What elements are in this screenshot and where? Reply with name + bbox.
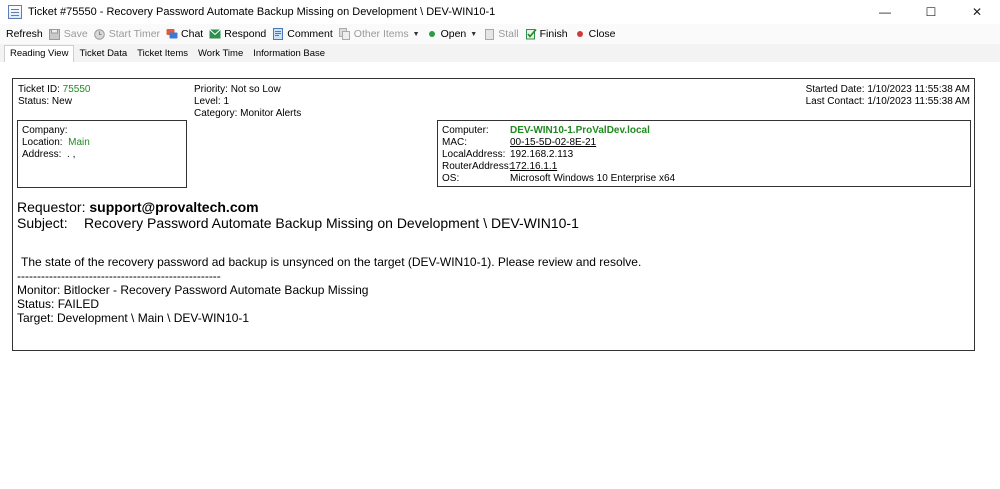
save-label: Save (63, 28, 88, 40)
stall-button[interactable]: Stall (483, 28, 519, 40)
body-message: The state of the recovery password ad ba… (21, 255, 642, 269)
ticket-id-link[interactable]: 75550 (63, 84, 91, 95)
maximize-button[interactable]: ☐ (908, 0, 954, 24)
local-address-label: LocalAddress: (442, 149, 506, 160)
router-address-label: RouterAddress: (442, 161, 512, 172)
body-monitor: Monitor: Bitlocker - Recovery Password A… (17, 283, 369, 297)
finish-button[interactable]: Finish (525, 28, 568, 40)
close-label: Close (588, 28, 616, 40)
body-status: Status: FAILED (17, 297, 100, 311)
start-timer-label: Start Timer (108, 28, 161, 40)
start-timer-button[interactable]: Start Timer (94, 28, 160, 40)
status-label: Status: (18, 96, 50, 107)
toolbar: Refresh Save Start Timer Chat Respond Co… (0, 24, 1000, 44)
requestor-email[interactable]: support@provaltech.com (89, 199, 258, 215)
os-label: OS: (442, 173, 460, 184)
tab-information-base[interactable]: Information Base (248, 46, 330, 62)
body-divider: ----------------------------------------… (17, 269, 221, 283)
open-label: Open (440, 28, 467, 40)
ticket-app-icon (8, 5, 22, 19)
finish-label: Finish (539, 28, 568, 40)
save-icon (49, 28, 61, 40)
mac-link[interactable]: 00-15-5D-02-8E-21 (510, 137, 596, 149)
location-link[interactable]: Main (68, 137, 90, 148)
level-value: 1 (223, 96, 230, 107)
local-address-value: 192.168.2.113 (510, 149, 574, 160)
respond-label: Respond (224, 28, 267, 40)
ticket-body: The state of the recovery password ad ba… (17, 255, 641, 325)
window-title: Ticket #75550 - Recovery Password Automa… (28, 6, 496, 18)
ticket-dates: Started Date: 1/10/2023 11:55:38 AM Last… (806, 84, 970, 108)
last-contact-value: 1/10/2023 11:55:38 AM (867, 96, 970, 107)
priority-value: Not so Low (230, 84, 281, 95)
close-ticket-button[interactable]: Close (574, 28, 616, 40)
save-button[interactable]: Save (49, 28, 88, 40)
stall-icon (483, 28, 495, 40)
comment-button[interactable]: Comment (272, 28, 333, 40)
category-label: Category: (194, 108, 238, 119)
router-address-link[interactable]: 172.16.1.1 (510, 161, 557, 173)
computer-info-box: Computer: DEV-WIN10-1.ProValDev.local MAC… (437, 120, 971, 187)
refresh-label: Refresh (6, 28, 43, 40)
other-items-label: Other Items (353, 28, 409, 40)
ticket-id-label: Ticket ID: (18, 84, 60, 95)
company-label: Company: (22, 125, 68, 136)
status-value: New (51, 96, 72, 107)
other-items-dropdown-icon[interactable]: ▼ (413, 31, 420, 38)
os-value: Microsoft Windows 10 Enterprise x64 (510, 173, 676, 184)
tab-reading-view[interactable]: Reading View (4, 45, 75, 62)
finish-icon (525, 28, 537, 40)
company-info-box: Company: Location: Main Address: . , (17, 120, 187, 188)
ticket-summary-box: Ticket ID: 75550 Status: New Priority: N… (12, 78, 975, 351)
other-items-button[interactable]: Other Items (338, 28, 409, 40)
minimize-button[interactable]: — (862, 0, 908, 24)
window-controls: — ☐ ✕ (862, 0, 1000, 24)
category-value: Monitor Alerts (240, 108, 302, 119)
requestor-line: Requestor: support@provaltech.com (17, 199, 259, 215)
tab-work-time[interactable]: Work Time (193, 46, 248, 62)
subject-line: Subject: Recovery Password Automate Backu… (17, 215, 579, 231)
refresh-button[interactable]: Refresh (6, 28, 43, 40)
open-status-icon (426, 28, 438, 40)
reading-view-panel: Ticket ID: 75550 Status: New Priority: N… (0, 62, 1000, 489)
mac-label: MAC: (442, 137, 467, 148)
respond-icon (209, 28, 222, 40)
open-button[interactable]: Open (426, 28, 467, 40)
level-label: Level: (194, 96, 221, 107)
chat-icon (166, 28, 178, 40)
comment-label: Comment (287, 28, 333, 40)
title-bar: Ticket #75550 - Recovery Password Automa… (0, 0, 1000, 24)
close-status-icon (574, 28, 586, 40)
close-window-button[interactable]: ✕ (954, 0, 1000, 24)
last-contact-label: Last Contact: (805, 96, 865, 107)
respond-button[interactable]: Respond (209, 28, 266, 40)
address-value: . , (67, 149, 76, 160)
priority-label: Priority: (194, 84, 228, 95)
started-date-label: Started Date: (805, 84, 865, 95)
tab-strip: Reading View Ticket Data Ticket Items Wo… (0, 44, 1000, 62)
started-date-value: 1/10/2023 11:55:38 AM (867, 84, 970, 95)
stall-label: Stall (498, 28, 519, 40)
open-dropdown-icon[interactable]: ▼ (470, 31, 477, 38)
body-target: Target: Development \ Main \ DEV-WIN10-1 (17, 311, 250, 325)
comment-icon (272, 28, 284, 40)
subject-value: Recovery Password Automate Backup Missin… (84, 215, 579, 231)
ticket-id-status: Ticket ID: 75550 Status: New (18, 84, 90, 108)
tab-ticket-items[interactable]: Ticket Items (132, 46, 193, 62)
ticket-priority-info: Priority: Not so Low Level: 1 Category: … (194, 84, 301, 120)
other-items-icon (338, 28, 351, 40)
requestor-label: Requestor: (17, 199, 86, 215)
timer-icon (94, 28, 106, 40)
computer-link[interactable]: DEV-WIN10-1.ProValDev.local (510, 125, 650, 137)
location-label: Location: (22, 137, 63, 148)
address-label: Address: (22, 149, 62, 160)
computer-label: Computer: (442, 125, 489, 136)
subject-label: Subject: (17, 215, 68, 231)
tab-ticket-data[interactable]: Ticket Data (74, 46, 132, 62)
chat-button[interactable]: Chat (166, 28, 203, 40)
chat-label: Chat (181, 28, 204, 40)
